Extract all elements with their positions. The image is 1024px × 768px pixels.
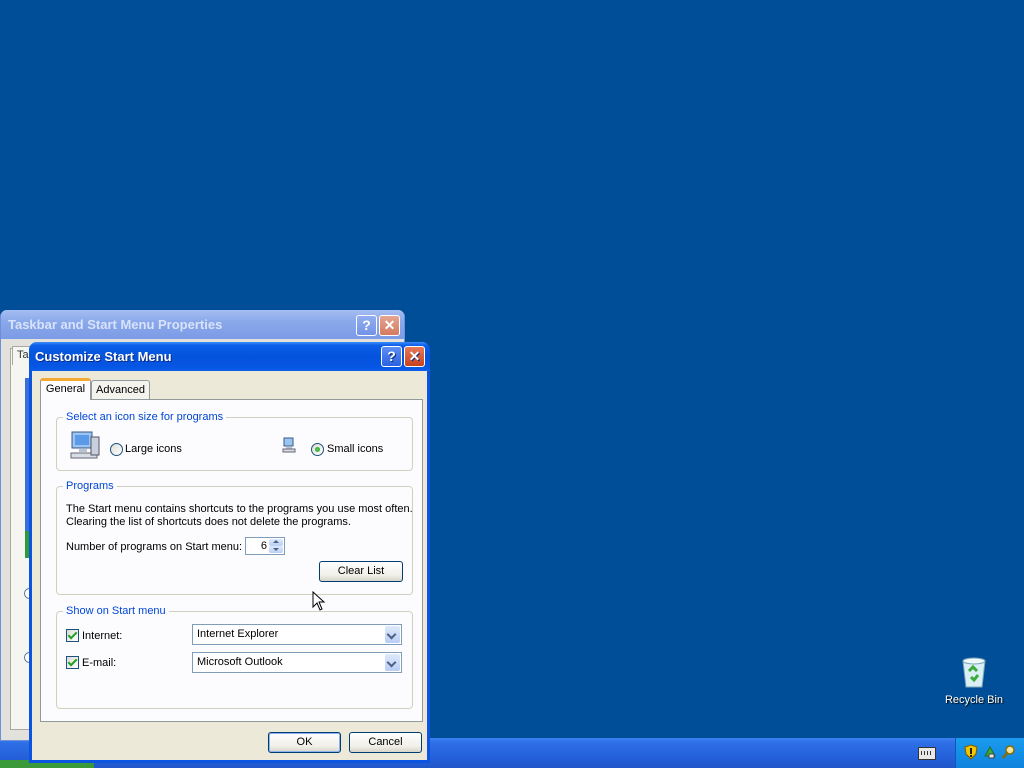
tab-general[interactable]: General <box>40 378 91 400</box>
spinner-arrows <box>269 539 283 553</box>
dialog-title-bar: Customize Start Menu ? ✕ <box>29 342 430 371</box>
programs-group: Programs The Start menu contains shortcu… <box>56 480 413 595</box>
search-icon[interactable] <box>1001 744 1017 760</box>
programs-count-label: Number of programs on Start menu: <box>66 541 243 553</box>
internet-checkbox[interactable] <box>66 629 79 642</box>
spinner-down-icon[interactable] <box>269 546 283 553</box>
desktop-icon-recycle-bin[interactable]: Recycle Bin <box>940 655 1008 706</box>
dialog-title: Customize Start Menu <box>35 349 172 364</box>
show-on-start-menu-group: Show on Start menu Internet: Internet Ex… <box>56 605 413 709</box>
help-button[interactable]: ? <box>381 346 402 367</box>
help-icon: ? <box>362 317 371 333</box>
internet-browser-value: Internet Explorer <box>197 628 279 640</box>
small-icons-label[interactable]: Small icons <box>327 443 383 456</box>
help-icon: ? <box>387 348 396 364</box>
window-title: Taskbar and Start Menu Properties <box>1 310 404 339</box>
close-button[interactable]: ✕ <box>404 346 425 367</box>
clear-list-button[interactable]: Clear List <box>319 561 403 582</box>
help-button[interactable]: ? <box>356 315 377 336</box>
show-on-start-group-label: Show on Start menu <box>63 605 169 618</box>
security-shield-icon[interactable] <box>963 744 979 760</box>
large-computer-icon <box>70 431 100 459</box>
cancel-button[interactable]: Cancel <box>349 732 422 753</box>
programs-description-line1: The Start menu contains shortcuts to the… <box>66 503 413 515</box>
email-client-value: Microsoft Outlook <box>197 656 283 668</box>
ok-button[interactable]: OK <box>268 732 341 753</box>
recycle-bin-label: Recycle Bin <box>944 694 1004 706</box>
programs-group-label: Programs <box>63 480 117 493</box>
internet-label[interactable]: Internet: <box>82 630 122 643</box>
tab-advanced[interactable]: Advanced <box>91 380 150 400</box>
programs-count-value[interactable]: 6 <box>261 540 267 552</box>
small-computer-icon <box>282 437 296 453</box>
general-tab-panel: Select an icon size for programs Large i… <box>40 399 423 722</box>
internet-browser-select[interactable]: Internet Explorer <box>192 624 402 645</box>
close-icon: ✕ <box>383 317 396 333</box>
icon-size-group: Select an icon size for programs Large i… <box>56 411 413 471</box>
customize-start-menu-dialog: Customize Start Menu ? ✕ General Advance… <box>29 342 430 763</box>
chevron-down-icon[interactable] <box>385 626 400 643</box>
email-client-select[interactable]: Microsoft Outlook <box>192 652 402 673</box>
programs-description-line2: Clearing the list of shortcuts does not … <box>66 516 351 528</box>
large-icons-radio[interactable] <box>110 443 123 456</box>
email-label[interactable]: E-mail: <box>82 657 116 670</box>
programs-count-spinner[interactable]: 6 <box>245 537 285 555</box>
close-button[interactable]: ✕ <box>379 315 400 336</box>
close-icon: ✕ <box>408 348 421 364</box>
mouse-cursor-icon <box>312 591 326 611</box>
small-icons-radio[interactable] <box>311 443 324 456</box>
keyboard-icon[interactable] <box>918 747 936 760</box>
spinner-up-icon[interactable] <box>269 539 283 546</box>
chevron-down-icon[interactable] <box>385 654 400 671</box>
email-checkbox[interactable] <box>66 656 79 669</box>
recycle-bin-icon <box>962 657 986 688</box>
icon-size-group-label: Select an icon size for programs <box>63 411 227 424</box>
large-icons-label[interactable]: Large icons <box>125 443 182 456</box>
network-icon[interactable] <box>982 744 998 760</box>
